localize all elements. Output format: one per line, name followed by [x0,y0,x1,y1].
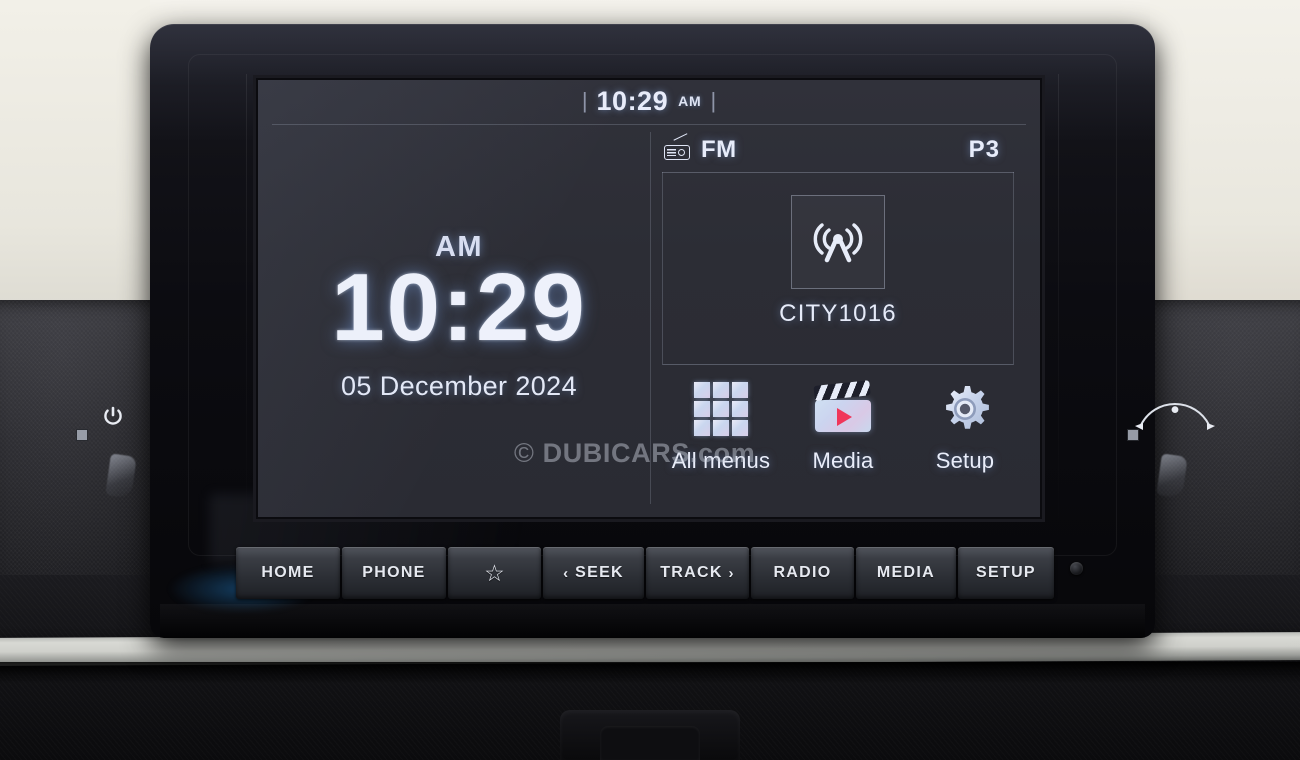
phone-button[interactable]: PHONE [341,547,446,599]
clapperboard-icon [813,380,871,438]
tune-arrows-icon [1125,401,1225,431]
radio-band-label: FM [701,136,737,163]
radio-panel[interactable]: FM P3 CITY1016 [660,130,1026,365]
bezel-seam-right [1058,74,1059,534]
home-button[interactable]: HOME [236,547,340,599]
dashboard-scene: | 10:29 AM | AM 10:29 05 December 2024 F… [0,0,1300,760]
shortcut-setup[interactable]: Setup [904,378,1026,503]
shortcut-row: All menus Media Setup [660,378,1026,503]
power-icon [102,405,124,427]
radio-preset-label: P3 [968,136,1000,163]
shortcut-setup-label: Setup [935,448,995,473]
chevron-right-icon: › [728,564,735,582]
infotainment-screen[interactable]: | 10:29 AM | AM 10:29 05 December 2024 F… [258,80,1040,517]
clock-time: 10:29 [331,254,587,361]
clock-date: 05 December 2024 [340,371,578,401]
screen-surface: | 10:29 AM | AM 10:29 05 December 2024 F… [258,80,1040,517]
track-button[interactable]: TRACK › [646,547,749,599]
setup-button-label: SETUP [976,564,1036,581]
radio-button-label: RADIO [773,564,832,581]
phone-button-label: PHONE [362,564,426,581]
radio-icon [664,133,691,160]
head-unit-body: | 10:29 AM | AM 10:29 05 December 2024 F… [150,24,1155,638]
broadcast-tower-icon [813,223,863,263]
favorites-star-button[interactable]: ☆ [447,547,542,599]
center-console-vent-inner [600,726,700,760]
shortcut-all-menus[interactable]: All menus [660,378,782,503]
chrome-trim-shadow [0,662,1300,684]
radio-header: FM P3 [660,130,1026,170]
setup-button[interactable]: SETUP [957,547,1054,599]
shortcut-all-menus-label: All menus [671,448,771,473]
seek-button[interactable]: ‹ SEEK [543,547,645,599]
status-bar-ampm: AM [678,93,702,109]
reset-hole[interactable] [1070,562,1083,575]
home-button-label: HOME [261,564,315,581]
status-bar-time: 10:29 [596,85,669,116]
hard-button-row: HOME PHONE ☆ ‹ SEEK TRACK › RADIO MEDIA … [236,547,1054,599]
panel-divider [650,132,651,504]
chevron-left-icon: ‹ [563,564,570,582]
shortcut-media-label: Media [812,448,874,473]
track-button-label: TRACK [660,564,723,581]
seek-button-label: SEEK [575,564,624,581]
bezel-seam-left [246,74,247,534]
star-icon: ☆ [484,559,505,586]
status-bar: | 10:29 AM | [258,80,1040,122]
grid-icon [694,380,748,438]
station-name: CITY1016 [779,300,897,327]
shortcut-media[interactable]: Media [782,378,904,503]
gear-icon [938,380,992,438]
bezel-bottom-lip [160,604,1145,638]
status-bar-underline [272,124,1026,125]
radio-content-box: CITY1016 [662,172,1014,365]
media-button-label: MEDIA [876,564,935,581]
station-tile[interactable] [791,195,885,289]
radio-button[interactable]: RADIO [750,547,854,599]
clock-panel[interactable]: AM 10:29 05 December 2024 [272,128,646,503]
status-divider-left: | [581,88,588,113]
status-divider-right: | [710,88,717,113]
media-button[interactable]: MEDIA [855,547,956,599]
